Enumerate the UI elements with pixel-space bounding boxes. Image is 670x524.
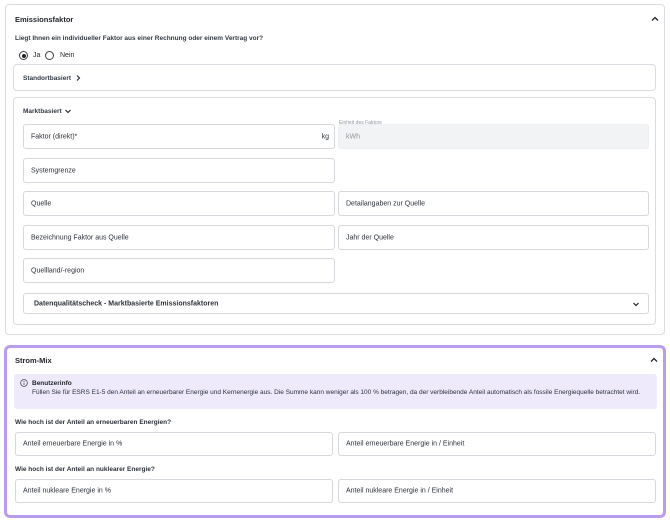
- renewable-percent-label: Anteil erneuerbare Energie in %: [23, 440, 123, 448]
- radio-nein[interactable]: [45, 51, 54, 60]
- individual-factor-question: Liegt Ihnen ein individueller Faktor aus…: [15, 35, 264, 42]
- radio-ja-label: Ja: [33, 52, 41, 59]
- chevron-up-icon[interactable]: [650, 14, 660, 24]
- faktor-unit: kg: [321, 133, 329, 140]
- marktbasiert-section: Marktbasiert Faktor (direkt)* kg Einheit…: [13, 97, 656, 325]
- emissionsfaktor-card: Emissionsfaktor Liegt Ihnen ein individu…: [5, 4, 665, 335]
- einheit-value: kWh: [346, 133, 360, 140]
- jahr-der-quelle-label: Jahr der Quelle: [346, 234, 394, 241]
- quellland-region-input[interactable]: Quellland/-region: [23, 258, 335, 283]
- benutzerinfo-text: Füllen Sie für ESRS E1-5 den Anteil an e…: [32, 389, 641, 396]
- detailangaben-label: Detailangaben zur Quelle: [346, 200, 425, 207]
- nuclear-percent-input[interactable]: Anteil nukleare Energie in %: [15, 479, 333, 503]
- radio-nein-label: Nein: [60, 52, 75, 59]
- chevron-up-icon[interactable]: [649, 355, 659, 365]
- info-circle-icon: [20, 379, 28, 387]
- jahr-der-quelle-input[interactable]: Jahr der Quelle: [338, 225, 649, 250]
- radio-ja[interactable]: [19, 51, 28, 60]
- renewable-unit-label: Anteil erneuerbare Energie in / Einheit: [346, 440, 465, 448]
- nuclear-unit-label: Anteil nukleare Energie in / Einheit: [346, 487, 454, 495]
- nuclear-unit-input[interactable]: Anteil nukleare Energie in / Einheit: [338, 479, 656, 503]
- nuclear-percent-label: Anteil nukleare Energie in %: [23, 487, 111, 495]
- bezeichnung-faktor-label: Bezeichnung Faktor aus Quelle: [31, 234, 129, 241]
- detailangaben-input[interactable]: Detailangaben zur Quelle: [338, 191, 649, 216]
- chevron-down-icon: [633, 302, 639, 307]
- faktor-direkt-label: Faktor (direkt)*: [31, 133, 78, 140]
- chevron-down-icon[interactable]: [63, 106, 73, 116]
- standortbasiert-section[interactable]: Standortbasiert: [13, 64, 656, 91]
- marktbasiert-label: Marktbasiert: [23, 108, 62, 115]
- benutzerinfo-banner: Benutzerinfo Füllen Sie für ESRS E1-5 de…: [14, 374, 657, 409]
- strom-mix-card: Strom-Mix Benutzerinfo Füllen Sie für ES…: [4, 345, 666, 518]
- benutzerinfo-title: Benutzerinfo: [32, 380, 72, 387]
- strom-mix-title: Strom-Mix: [15, 356, 52, 365]
- einheit-float-label: Einheit des Faktors: [339, 120, 382, 126]
- chevron-right-icon: [76, 75, 81, 81]
- emissionsfaktor-title: Emissionsfaktor: [15, 15, 74, 24]
- quellland-region-label: Quellland/-region: [31, 267, 85, 274]
- systemgrenze-input[interactable]: Systemgrenze: [23, 158, 335, 183]
- bezeichnung-faktor-input[interactable]: Bezeichnung Faktor aus Quelle: [23, 225, 335, 250]
- renewable-percent-input[interactable]: Anteil erneuerbare Energie in %: [15, 432, 333, 456]
- quelle-label: Quelle: [31, 200, 52, 207]
- datenqualitaetscheck-label: Datenqualitätscheck - Marktbasierte Emis…: [34, 300, 219, 307]
- standortbasiert-label: Standortbasiert: [23, 75, 72, 82]
- nuclear-question: Wie hoch ist der Anteil an nuklearer Ene…: [15, 466, 155, 473]
- einheit-des-faktors-field: Einheit des Faktors kWh: [338, 120, 649, 149]
- renewable-unit-input[interactable]: Anteil erneuerbare Energie in / Einheit: [338, 432, 656, 456]
- datenqualitaetscheck-accordion[interactable]: Datenqualitätscheck - Marktbasierte Emis…: [23, 293, 649, 314]
- faktor-direkt-input[interactable]: Faktor (direkt)* kg: [23, 124, 335, 149]
- renewable-question: Wie hoch ist der Anteil an erneuerbaren …: [15, 419, 172, 426]
- systemgrenze-label: Systemgrenze: [31, 167, 76, 174]
- quelle-input[interactable]: Quelle: [23, 191, 335, 216]
